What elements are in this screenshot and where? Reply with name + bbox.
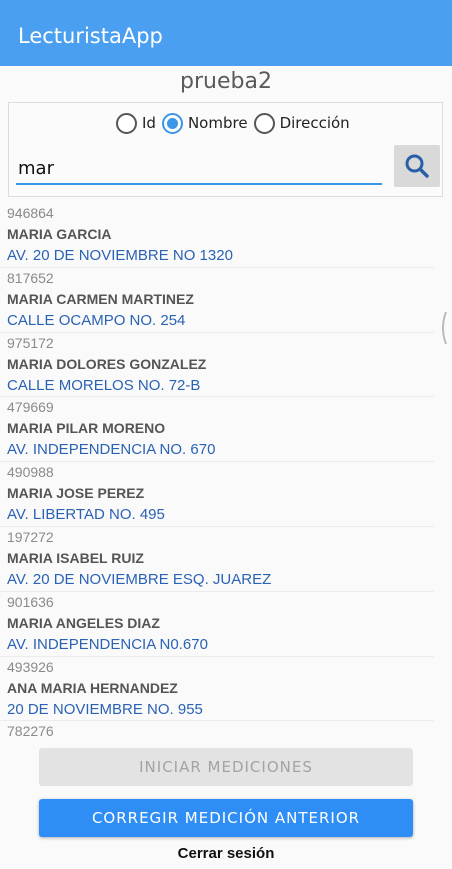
search-button[interactable]	[394, 145, 440, 187]
result-address: AV. INDEPENDENCIA NO. 670	[7, 441, 216, 459]
list-item[interactable]: 493926 ANA MARIA HERNANDEZ 20 DE NOVIEMBRE…	[0, 657, 434, 722]
result-address: AV. LIBERTAD NO. 495	[7, 506, 165, 524]
result-address: AV. 20 DE NOVIEMBRE NO 1320	[7, 247, 233, 264]
result-name: MARIA ISABEL RUIZ	[7, 549, 144, 566]
list-item[interactable]: 901636 MARIA ANGELES DIAZ AV. INDEPENDENCI…	[0, 592, 434, 657]
result-id: 197272	[7, 528, 54, 545]
list-item[interactable]: 197272 MARIA ISABEL RUIZ AV. 20 DE NOVIEMB…	[0, 527, 434, 592]
result-id: 493926	[7, 658, 54, 675]
app-title: LecturistaApp	[18, 24, 163, 48]
result-address: CALLE OCAMPO NO. 254	[7, 311, 186, 329]
result-address: AV. 20 DE NOVIEMBRE ESQ. JUAREZ	[7, 570, 272, 588]
list-item[interactable]: 479669 MARIA PILAR MORENO AV. INDEPENDENCI…	[0, 397, 434, 463]
result-id: 479669	[7, 399, 54, 416]
radio-circle	[253, 112, 275, 134]
correct-previous-button[interactable]: CORREGIR MEDICIÓN ANTERIOR	[39, 799, 413, 837]
result-name: MARIA DOLORES GONZALEZ	[7, 355, 207, 372]
list-item[interactable]: 946864 MARIA GARCIA AV. 20 DE NOVIEMBRE NO…	[0, 203, 434, 268]
result-name: MARIA JOSE PEREZ	[7, 485, 145, 502]
start-measurements-button[interactable]: INICIAR MEDICIONES	[39, 748, 413, 786]
radio-direccion[interactable]: Dirección	[253, 112, 350, 134]
radio-label: Dirección	[279, 114, 350, 132]
result-name: ANA MARIA HERNANDEZ	[7, 679, 178, 696]
result-id: 782276	[7, 723, 54, 736]
result-id: 901636	[7, 593, 54, 610]
search-icon	[405, 154, 429, 178]
result-name: MARIA GARCIA	[7, 226, 112, 242]
search-input[interactable]	[16, 153, 382, 185]
result-name: MARIA PILAR MORENO	[7, 420, 166, 437]
result-name: MARIA ANGELES DIAZ	[7, 614, 160, 631]
drawer-handle-icon[interactable]	[438, 310, 448, 346]
list-item[interactable]: 490988 MARIA JOSE PEREZ AV. LIBERTAD NO. 4…	[0, 462, 434, 527]
result-id: 490988	[7, 464, 54, 481]
app-bar: LecturistaApp	[0, 0, 452, 66]
radio-nombre[interactable]: Nombre	[161, 112, 248, 134]
result-address: CALLE MORELOS NO. 72-B	[7, 376, 201, 394]
result-id: 975172	[7, 334, 54, 351]
radio-label: Nombre	[187, 114, 248, 132]
list-item[interactable]: 782276	[0, 721, 434, 736]
list-item[interactable]: 975172 MARIA DOLORES GONZALEZ CALLE MORELO…	[0, 333, 434, 398]
filter-radio-group: Id Nombre Dirección	[116, 110, 356, 136]
result-address: 20 DE NOVIEMBRE NO. 955	[7, 700, 203, 718]
radio-label: Id	[142, 114, 156, 132]
radio-circle	[116, 112, 137, 134]
result-id: 817652	[7, 269, 54, 286]
results-list[interactable]: 946864 MARIA GARCIA AV. 20 DE NOVIEMBRE NO…	[0, 203, 452, 736]
result-address: AV. INDEPENDENCIA N0.670	[7, 635, 208, 653]
logout-link[interactable]: Cerrar sesión	[0, 845, 452, 862]
result-name: MARIA CARMEN MARTINEZ	[7, 290, 194, 307]
radio-id[interactable]: Id	[116, 112, 156, 134]
result-id: 946864	[7, 205, 54, 221]
radio-circle	[161, 112, 183, 134]
page-subtitle: prueba2	[180, 69, 272, 94]
list-item[interactable]: 817652 MARIA CARMEN MARTINEZ CALLE OCAMPO …	[0, 268, 434, 333]
